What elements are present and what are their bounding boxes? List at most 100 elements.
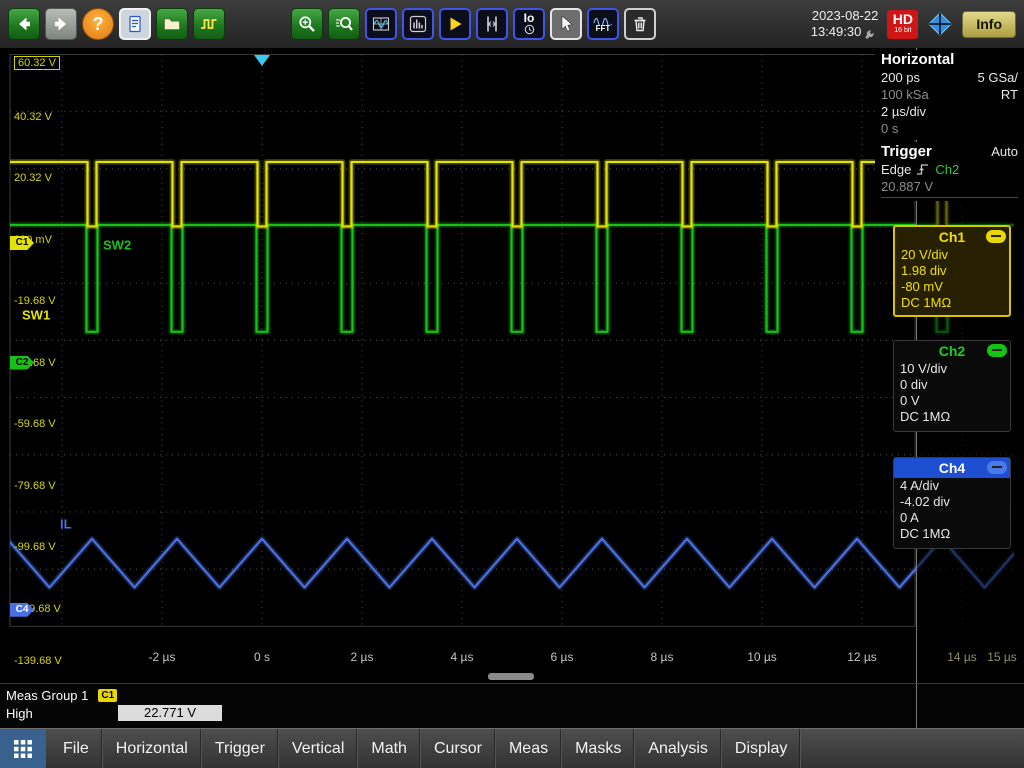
folder-icon bbox=[162, 14, 182, 34]
trace-fuzz-il bbox=[7, 539, 1024, 588]
trash-icon bbox=[630, 14, 650, 34]
meas-row-label: High bbox=[6, 706, 118, 721]
smartgrid-icon[interactable] bbox=[927, 11, 953, 37]
meas-source-badge: C1 bbox=[98, 689, 117, 702]
channel-panel-ch1[interactable]: Ch1 20 V/div 1.98 div -80 mV DC 1MΩ bbox=[893, 225, 1011, 317]
spectrum-icon bbox=[408, 14, 428, 34]
menu-item-vertical[interactable]: Vertical bbox=[279, 729, 358, 768]
toolbar: ? bbox=[0, 0, 1024, 48]
tools-icon bbox=[865, 26, 878, 39]
fft-button[interactable]: FFT bbox=[587, 8, 619, 40]
back-arrow-icon bbox=[14, 14, 34, 34]
zoom-in-icon bbox=[297, 14, 317, 34]
resolution-value: 200 ps bbox=[881, 69, 920, 86]
trigger-mode-value: Auto bbox=[991, 143, 1018, 161]
record-length-value: 100 kSa bbox=[881, 86, 929, 103]
date-label: 2023-08-22 bbox=[811, 8, 879, 24]
cursor-lines-icon bbox=[482, 14, 502, 34]
undo-button[interactable] bbox=[8, 8, 40, 40]
io-clock-icon bbox=[524, 24, 535, 35]
ch2-title: Ch2 bbox=[939, 343, 965, 359]
ch2-coupling: DC 1MΩ bbox=[894, 409, 1010, 425]
ch4-coupling: DC 1MΩ bbox=[894, 526, 1010, 542]
acq-mode-value: RT bbox=[1001, 86, 1018, 103]
ch1-coupling: DC 1MΩ bbox=[895, 295, 1009, 311]
channel-panel-ch4[interactable]: Ch4 4 A/div -4.02 div 0 A DC 1MΩ bbox=[893, 457, 1011, 549]
document-icon bbox=[125, 14, 145, 34]
file-open-button[interactable] bbox=[156, 8, 188, 40]
ch1-position: 1.98 div bbox=[895, 263, 1009, 279]
delete-button[interactable] bbox=[624, 8, 656, 40]
horizontal-scrollbar[interactable] bbox=[488, 673, 534, 680]
ch4-title: Ch4 bbox=[939, 460, 965, 476]
rising-edge-icon bbox=[916, 163, 930, 176]
meas-high-value: 22.771 V bbox=[118, 705, 222, 721]
menu-item-meas[interactable]: Meas bbox=[496, 729, 562, 768]
trigger-panel[interactable]: Trigger Auto Edge Ch2 20.887 V bbox=[875, 142, 1024, 201]
history-button[interactable]: Io bbox=[513, 8, 545, 40]
trigger-title: Trigger bbox=[881, 143, 932, 161]
channel-panel-ch2[interactable]: Ch2 10 V/div 0 div 0 V DC 1MΩ bbox=[893, 340, 1011, 432]
grid-waveform-icon bbox=[371, 14, 391, 34]
menu-item-cursor[interactable]: Cursor bbox=[421, 729, 496, 768]
pointer-icon bbox=[556, 14, 576, 34]
horizontal-position-value: 0 s bbox=[881, 120, 898, 137]
ch2-position: 0 div bbox=[894, 377, 1010, 393]
ch2-scale: 10 V/div bbox=[894, 361, 1010, 377]
trigger-type-value: Edge bbox=[881, 161, 911, 178]
ch1-offset: -80 mV bbox=[895, 279, 1009, 295]
panel-separator-lower bbox=[916, 684, 917, 729]
waveform-display[interactable]: 60.32 V40.32 V20.32 V320 mV-19.68 V-39.6… bbox=[0, 48, 1024, 683]
menu-item-display[interactable]: Display bbox=[722, 729, 801, 768]
ch4-offset: 0 A bbox=[894, 510, 1010, 526]
toolbar-status: 2023-08-22 13:49:30 HD 16 bit Info bbox=[811, 8, 1016, 40]
cursor-button[interactable] bbox=[476, 8, 508, 40]
trace-sw2 bbox=[0, 225, 1024, 332]
trigger-position-marker[interactable] bbox=[254, 55, 270, 66]
grid-display-button[interactable] bbox=[365, 8, 397, 40]
scope-graticule bbox=[0, 48, 1024, 683]
measurement-bar: Meas Group 1 C1 High 22.771 V bbox=[0, 683, 1024, 728]
ch2-offset: 0 V bbox=[894, 393, 1010, 409]
ch1-title: Ch1 bbox=[939, 229, 965, 245]
menu-item-horizontal[interactable]: Horizontal bbox=[103, 729, 202, 768]
ch2-minimize-button[interactable] bbox=[987, 344, 1007, 357]
zoom-button[interactable] bbox=[291, 8, 323, 40]
ch4-scale: 4 A/div bbox=[894, 478, 1010, 494]
pointer-mode-button[interactable] bbox=[550, 8, 582, 40]
trigger-source-value: Ch2 bbox=[935, 161, 959, 178]
menu-item-math[interactable]: Math bbox=[358, 729, 421, 768]
datetime: 2023-08-22 13:49:30 bbox=[811, 8, 879, 40]
hd-mode-badge[interactable]: HD 16 bit bbox=[887, 10, 918, 39]
ch4-minimize-button[interactable] bbox=[987, 461, 1007, 474]
menu-items: FileHorizontalTriggerVerticalMathCursorM… bbox=[50, 729, 801, 768]
horizontal-title: Horizontal bbox=[881, 51, 954, 69]
redo-button[interactable] bbox=[45, 8, 77, 40]
meas-group-label[interactable]: Meas Group 1 bbox=[6, 688, 88, 703]
menu-item-masks[interactable]: Masks bbox=[562, 729, 635, 768]
horizontal-panel[interactable]: Horizontal 200 ps 5 GSa/ 100 kSa RT 2 µs… bbox=[875, 50, 1024, 140]
trace-sw1 bbox=[0, 162, 1024, 227]
play-icon bbox=[445, 14, 465, 34]
report-button[interactable] bbox=[119, 8, 151, 40]
info-button[interactable]: Info bbox=[962, 11, 1016, 38]
search-button[interactable] bbox=[328, 8, 360, 40]
menu-item-analysis[interactable]: Analysis bbox=[635, 729, 722, 768]
bottom-menu-bar: FileHorizontalTriggerVerticalMathCursorM… bbox=[0, 728, 1024, 768]
toolbar-spacer bbox=[230, 24, 286, 25]
question-icon: ? bbox=[93, 14, 104, 35]
menu-grid-button[interactable] bbox=[0, 729, 46, 768]
signal-config-button[interactable] bbox=[193, 8, 225, 40]
square-wave-icon bbox=[199, 14, 219, 34]
menu-item-trigger[interactable]: Trigger bbox=[202, 729, 279, 768]
trigger-level-line bbox=[881, 197, 1018, 198]
ch1-minimize-button[interactable] bbox=[986, 230, 1006, 243]
sample-rate-value: 5 GSa/ bbox=[978, 69, 1018, 86]
grid-menu-icon bbox=[13, 739, 33, 759]
menu-item-file[interactable]: File bbox=[50, 729, 103, 768]
run-control-button[interactable] bbox=[439, 8, 471, 40]
spectrum-button[interactable] bbox=[402, 8, 434, 40]
help-button[interactable]: ? bbox=[82, 8, 114, 40]
toolbar-buttons: ? bbox=[8, 8, 656, 40]
forward-arrow-icon bbox=[51, 14, 71, 34]
